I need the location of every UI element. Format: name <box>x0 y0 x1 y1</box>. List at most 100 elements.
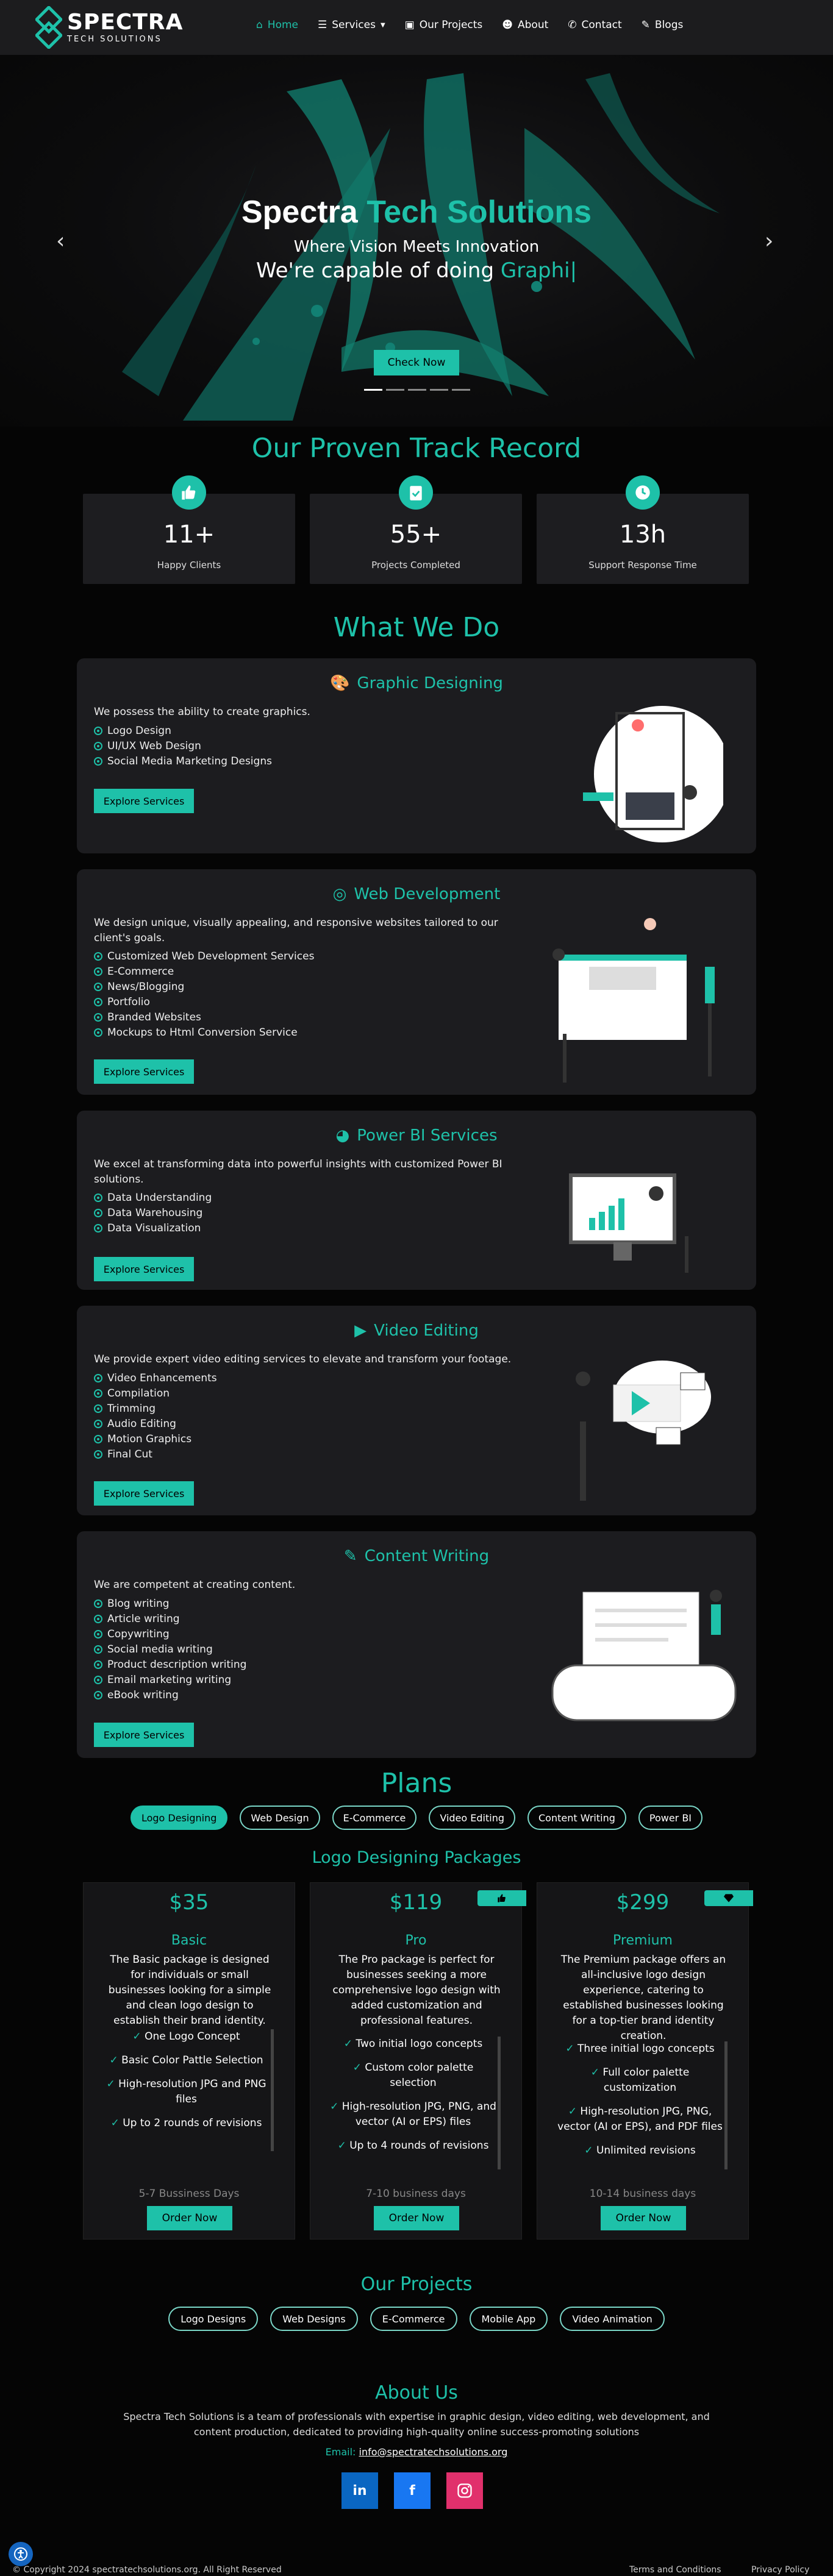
explore-services-button[interactable]: Explore Services <box>94 1059 194 1084</box>
tab-e-commerce-projects[interactable]: E-Commerce <box>370 2307 457 2331</box>
order-now-button[interactable]: Order Now <box>374 2206 459 2230</box>
list-item: Blog writing <box>94 1596 246 1611</box>
package-card-basic: $35 Basic The Basic package is designed … <box>83 1882 295 2240</box>
list-item: Data Understanding <box>94 1190 212 1205</box>
list-icon: ☰ <box>318 19 327 31</box>
list-item-text: eBook writing <box>107 1688 179 1701</box>
about-line-1: Spectra Tech Solutions is a team of prof… <box>123 2411 710 2422</box>
list-item-text: Logo Design <box>107 724 171 737</box>
tab-web-designs[interactable]: Web Designs <box>270 2307 358 2331</box>
feature-item: Unlimited revisions <box>556 2143 724 2158</box>
carousel-dot[interactable] <box>386 389 404 391</box>
video-editing-illustration <box>576 1361 711 1501</box>
package-days: 10-14 business days <box>589 2188 696 2200</box>
explore-services-button[interactable]: Explore Services <box>94 789 194 813</box>
list-item: Copywriting <box>94 1626 246 1642</box>
service-list: Video Enhancements Compilation Trimming … <box>94 1370 217 1462</box>
footer: © Copyright 2024 spectratechsolutions.or… <box>0 2565 833 2576</box>
about-line-2: content production, dedicated to providi… <box>193 2426 640 2438</box>
nav-services[interactable]: ☰ Services ▼ <box>318 19 385 31</box>
stat-card: 13h Support Response Time <box>537 475 749 584</box>
tab-web-design[interactable]: Web Design <box>240 1806 320 1830</box>
facebook-icon[interactable]: f <box>394 2472 431 2509</box>
tab-power-bi[interactable]: Power BI <box>638 1806 703 1830</box>
service-title: ▶ Video Editing <box>77 1322 756 1340</box>
nav-projects[interactable]: ▣ Our Projects <box>405 19 483 31</box>
tab-mobile-app[interactable]: Mobile App <box>469 2307 548 2331</box>
list-item: Social media writing <box>94 1642 246 1657</box>
check-circle-icon <box>94 756 102 766</box>
carousel-dot[interactable] <box>364 389 382 391</box>
nav-about-label: About <box>518 19 549 31</box>
service-desc: We excel at transforming data into power… <box>94 1158 502 1186</box>
clock-icon <box>626 475 660 510</box>
check-circle-icon <box>94 1434 102 1443</box>
package-features[interactable]: One Logo Concept Basic Color Pattle Sele… <box>102 2029 274 2151</box>
feature-item: High-resolution JPG, PNG, vector (AI or … <box>556 2104 724 2135</box>
nav-contact[interactable]: ✆ Contact <box>568 19 621 31</box>
tab-e-commerce[interactable]: E-Commerce <box>332 1806 417 1830</box>
nav-blogs[interactable]: ✎ Blogs <box>642 19 684 31</box>
carousel-dot[interactable] <box>452 389 470 391</box>
package-features[interactable]: Three initial logo concepts Full color p… <box>556 2041 728 2169</box>
tab-logo-designing[interactable]: Logo Designing <box>130 1806 228 1830</box>
list-item-text: Compilation <box>107 1387 170 1400</box>
top-navbar: SPECTRA TECH SOLUTIONS ⌂ Home ☰ Services ▼ … <box>0 0 833 55</box>
brand-name: SPECTRA <box>67 9 184 35</box>
hero-line-b: Graphi| <box>500 258 577 283</box>
explore-services-button[interactable]: Explore Services <box>94 1481 194 1506</box>
explore-services-button[interactable]: Explore Services <box>94 1257 194 1281</box>
projects-tabs: Logo Designs Web Designs E-Commerce Mobi… <box>0 2307 833 2331</box>
list-item: Data Warehousing <box>94 1205 212 1220</box>
feature-item: Two initial logo concepts <box>329 2037 498 2052</box>
email-link[interactable]: info@spectratechsolutions.org <box>359 2446 508 2458</box>
explore-services-button[interactable]: Explore Services <box>94 1723 194 1747</box>
check-circle-icon <box>94 1629 102 1638</box>
list-item-text: Product description writing <box>107 1658 247 1671</box>
feature-item: Up to 4 rounds of revisions <box>329 2138 498 2154</box>
package-features[interactable]: Two initial logo concepts Custom color p… <box>329 2037 501 2169</box>
service-desc: We are competent at creating content. <box>94 1579 296 1591</box>
nav-blogs-label: Blogs <box>654 19 684 31</box>
carousel-dot[interactable] <box>430 389 448 391</box>
list-item-text: Branded Websites <box>107 1011 201 1023</box>
check-circle-icon <box>94 1404 102 1413</box>
nav-home[interactable]: ⌂ Home <box>256 19 298 31</box>
service-title: 🎨 Graphic Designing <box>77 674 756 692</box>
stats-title: Our Proven Track Record <box>251 433 582 464</box>
list-item-text: Data Visualization <box>107 1222 201 1234</box>
check-circle-icon <box>94 1193 102 1202</box>
service-card-video-editing: ▶ Video Editing We provide expert video e… <box>77 1306 756 1515</box>
tab-video-editing[interactable]: Video Editing <box>429 1806 515 1830</box>
service-desc: We provide expert video editing services… <box>94 1353 512 1365</box>
list-item-text: Final Cut <box>107 1448 152 1461</box>
check-circle-icon <box>94 1599 102 1608</box>
feature-item: Three initial logo concepts <box>556 2041 724 2057</box>
tab-content-writing[interactable]: Content Writing <box>527 1806 626 1830</box>
terms-link[interactable]: Terms and Conditions <box>629 2565 721 2575</box>
privacy-link[interactable]: Privacy Policy <box>751 2565 809 2575</box>
list-item: Email marketing writing <box>94 1672 246 1687</box>
list-item: Data Visualization <box>94 1220 212 1236</box>
power-bi-illustration <box>569 1173 688 1273</box>
pie-chart-icon: ◕ <box>335 1126 350 1145</box>
tab-video-animation[interactable]: Video Animation <box>560 2307 665 2331</box>
nav-about[interactable]: ☻ About <box>502 19 548 31</box>
check-now-button[interactable]: Check Now <box>374 350 459 375</box>
check-circle-icon <box>94 1645 102 1654</box>
accessibility-icon[interactable] <box>9 2542 33 2566</box>
list-item: Article writing <box>94 1611 246 1626</box>
package-card-pro: $119 Pro The Pro package is perfect for … <box>310 1882 526 2240</box>
order-now-button[interactable]: Order Now <box>147 2206 232 2230</box>
list-item: Video Enhancements <box>94 1370 217 1386</box>
brand-logo[interactable]: SPECTRA TECH SOLUTIONS <box>35 6 183 49</box>
list-item-text: Social Media Marketing Designs <box>107 755 272 767</box>
instagram-icon[interactable] <box>446 2472 483 2509</box>
plans-title: Plans <box>381 1768 452 1799</box>
tab-logo-designs[interactable]: Logo Designs <box>168 2307 259 2331</box>
carousel-dot[interactable] <box>408 389 426 391</box>
linkedin-icon[interactable]: in <box>341 2472 378 2509</box>
check-circle-icon <box>94 1373 102 1382</box>
package-name: Pro <box>405 1933 427 1948</box>
order-now-button[interactable]: Order Now <box>601 2206 686 2230</box>
